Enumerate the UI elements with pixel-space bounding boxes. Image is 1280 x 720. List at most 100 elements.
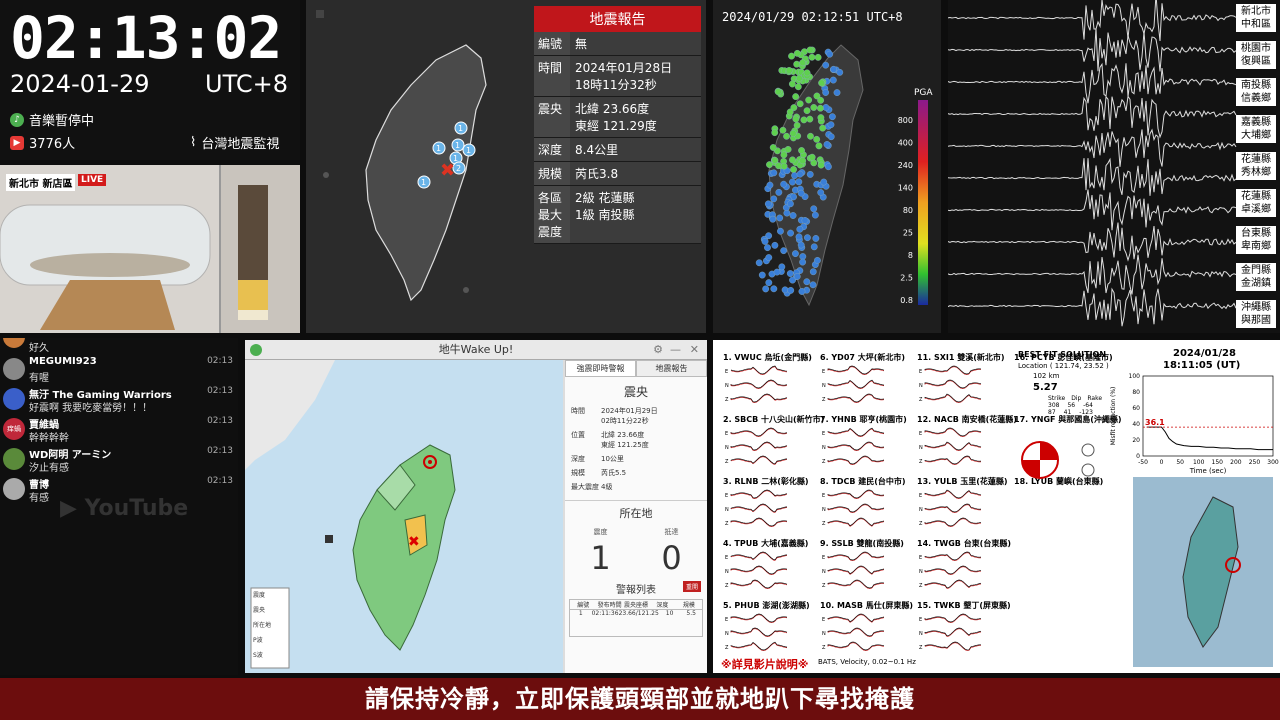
mech-trace-obs (730, 517, 788, 527)
station-dot (804, 234, 811, 242)
station-county: 新北市 (1241, 6, 1271, 17)
mech-station-label: 11. SXI1 雙溪(新北市) (917, 353, 1005, 362)
component-label: E (822, 369, 825, 375)
station-town: 卓溪鄉 (1241, 204, 1271, 215)
component-label: E (822, 617, 825, 623)
svg-text:1: 1 (455, 141, 460, 150)
station-dot (758, 271, 766, 279)
pga-ticks: 800 400 240 140 80 25 8 2.5 0.8 (898, 116, 913, 305)
app-tab[interactable]: 強震即時警報 (565, 360, 636, 377)
mech-trace-obs (827, 393, 885, 403)
station-dot (799, 157, 807, 165)
report-key: 時間 (534, 56, 570, 96)
component-label: N (919, 569, 923, 575)
settings-icon[interactable]: ⚙ (653, 340, 663, 360)
report-row: 規模 芮氏3.8 (534, 162, 701, 186)
camera-feed: 新北市 新店區 LIVE (0, 165, 300, 333)
component-label: N (725, 631, 729, 637)
component-label: Z (822, 645, 826, 651)
component-label: N (725, 569, 729, 575)
station-dot (788, 52, 795, 60)
station-label: 新北市 中和區 (1236, 4, 1276, 32)
station-dot (796, 170, 804, 178)
mech-station-label: 1. VWUC 烏坵(金門縣) (723, 353, 812, 362)
station-dot (827, 133, 835, 141)
station-dot (793, 49, 801, 57)
station-dot (797, 189, 805, 197)
component-label: E (725, 431, 728, 437)
station-dot (815, 142, 823, 150)
station-dot (792, 93, 800, 100)
component-label: E (822, 555, 825, 561)
report-row: 編號無 (534, 32, 701, 56)
station-dot (807, 132, 814, 140)
component-label: N (919, 507, 923, 513)
station-dot (776, 214, 784, 222)
mech-station-label: 5. PHUB 澎湖(澎湖縣) (723, 601, 810, 610)
mech-trace-obs (730, 455, 788, 465)
station-dot (825, 163, 832, 171)
app-field-value: 芮氏5.5 (601, 469, 627, 477)
live-chat: 好久 MEGUMI923 有喔 02:13 無汙 The Gaming Warriors… (0, 338, 238, 675)
chart-title: 18:11:05 (UT) (1163, 360, 1241, 371)
station-dot (826, 50, 834, 58)
minimize-icon[interactable]: — (670, 340, 681, 360)
station-dot (775, 188, 783, 196)
pga-tick: 8 (908, 251, 913, 260)
alert-title: 警報列表 (616, 585, 656, 596)
misfit-ytick: 100 (1129, 373, 1141, 380)
station-dot (828, 113, 836, 121)
alert-list-header: 警報列表 重開 (565, 581, 707, 596)
app-field-value: 10公里 (601, 455, 624, 463)
misfit-xlabel: Time (sec) (1189, 467, 1227, 475)
station-dot (780, 151, 788, 159)
intensity-marker: 1 (462, 143, 476, 157)
station-county: 南投縣 (1241, 80, 1271, 91)
app-tab[interactable]: 地震報告 (636, 360, 707, 377)
pga-tick: 800 (898, 116, 913, 125)
mech-trace-syn (827, 442, 885, 452)
reopen-button[interactable]: 重開 (682, 581, 701, 592)
intensity-map-svg: ✖ (245, 360, 456, 669)
station-dot (801, 216, 809, 224)
station-dot (797, 241, 805, 249)
component-label: Z (725, 459, 729, 465)
station-label: 桃園市 復興區 (1236, 41, 1276, 69)
taiwan-map: 1111211 ✖ (316, 10, 487, 302)
best-fit-mw: 5.27 (1033, 382, 1058, 393)
station-label: 沖繩縣 與那國 (1236, 300, 1276, 328)
mech-trace-obs (827, 489, 885, 499)
station-county: 沖繩縣 (1241, 302, 1271, 313)
component-label: E (919, 369, 922, 375)
station-dot (810, 205, 818, 213)
station-dot (805, 96, 813, 104)
app-titlebar: 地牛Wake Up! ⚙ — ✕ (245, 340, 707, 360)
station-dot (780, 180, 788, 188)
legend-item: P波 (253, 637, 263, 644)
pga-tick: 140 (898, 184, 913, 193)
component-label: E (725, 493, 728, 499)
pga-label: PGA (914, 88, 933, 98)
component-label: Z (725, 521, 729, 527)
component-label: N (919, 445, 923, 451)
app-field-key: 深度 (571, 455, 585, 463)
app-window[interactable]: 地牛Wake Up! ⚙ — ✕ ✖ 震度 震央 所在地 P波 S波 強震即時警報 地震報… (245, 340, 707, 673)
station-dot (822, 89, 830, 96)
station-dot (817, 161, 825, 169)
station-dot (786, 108, 794, 116)
station-town: 金湖鎮 (1241, 278, 1271, 289)
station-dot (777, 227, 784, 235)
component-label: N (919, 383, 923, 389)
component-label: Z (919, 459, 923, 465)
station-dot (806, 46, 814, 54)
station-dot (795, 233, 803, 241)
close-icon[interactable]: ✕ (690, 340, 699, 360)
component-label: Z (919, 645, 923, 651)
alert-cell: 23.66/121.25 (618, 610, 659, 617)
tomography-svg (1133, 477, 1273, 667)
station-dot (818, 79, 825, 87)
brand: ⌇ 台灣地震監視 (190, 133, 279, 152)
report-value: 無 (575, 37, 588, 51)
report-row: 深度 8.4公里 (534, 138, 701, 162)
misfit-xtick: 300 (1267, 459, 1279, 466)
